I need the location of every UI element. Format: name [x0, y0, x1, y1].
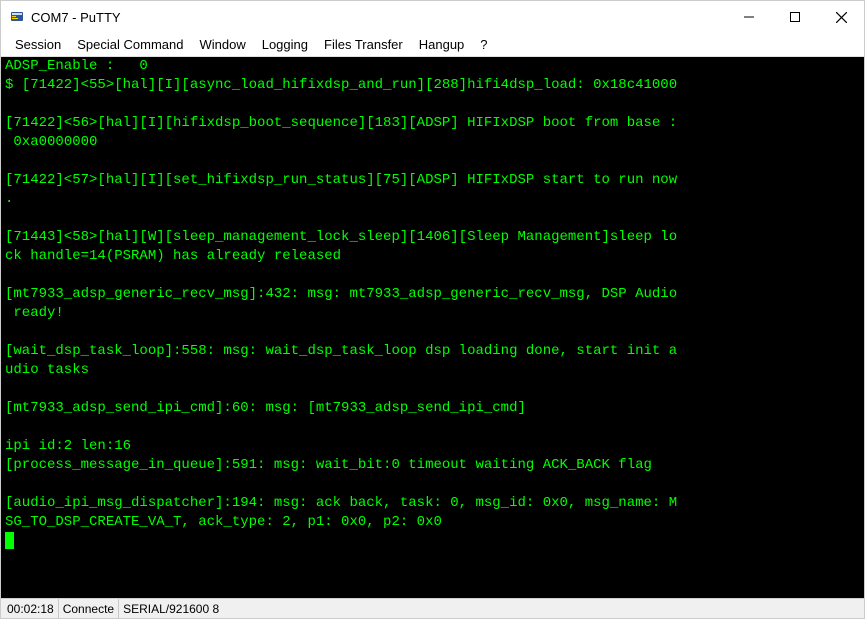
- window-controls: [726, 1, 864, 33]
- menubar: Session Special Command Window Logging F…: [1, 33, 864, 57]
- minimize-button[interactable]: [726, 1, 772, 33]
- menu-hangup[interactable]: Hangup: [411, 35, 473, 54]
- status-connected: Connecte: [59, 599, 119, 618]
- menu-session[interactable]: Session: [7, 35, 69, 54]
- menu-files-transfer[interactable]: Files Transfer: [316, 35, 411, 54]
- titlebar: COM7 - PuTTY: [1, 1, 864, 33]
- window-title: COM7 - PuTTY: [31, 10, 726, 25]
- app-icon: [9, 9, 25, 25]
- terminal-text: ADSP_Enable : 0 $ [71422]<55>[hal][I][as…: [5, 58, 677, 530]
- menu-special-command[interactable]: Special Command: [69, 35, 191, 54]
- menu-logging[interactable]: Logging: [254, 35, 316, 54]
- terminal-cursor: [5, 532, 14, 549]
- status-serial: SERIAL/921600 8: [119, 599, 223, 618]
- menu-help[interactable]: ?: [472, 35, 495, 54]
- menu-window[interactable]: Window: [191, 35, 253, 54]
- status-time: 00:02:18: [3, 599, 59, 618]
- terminal-output[interactable]: ADSP_Enable : 0 $ [71422]<55>[hal][I][as…: [1, 57, 864, 598]
- maximize-button[interactable]: [772, 1, 818, 33]
- close-button[interactable]: [818, 1, 864, 33]
- statusbar: 00:02:18 Connecte SERIAL/921600 8: [1, 598, 864, 618]
